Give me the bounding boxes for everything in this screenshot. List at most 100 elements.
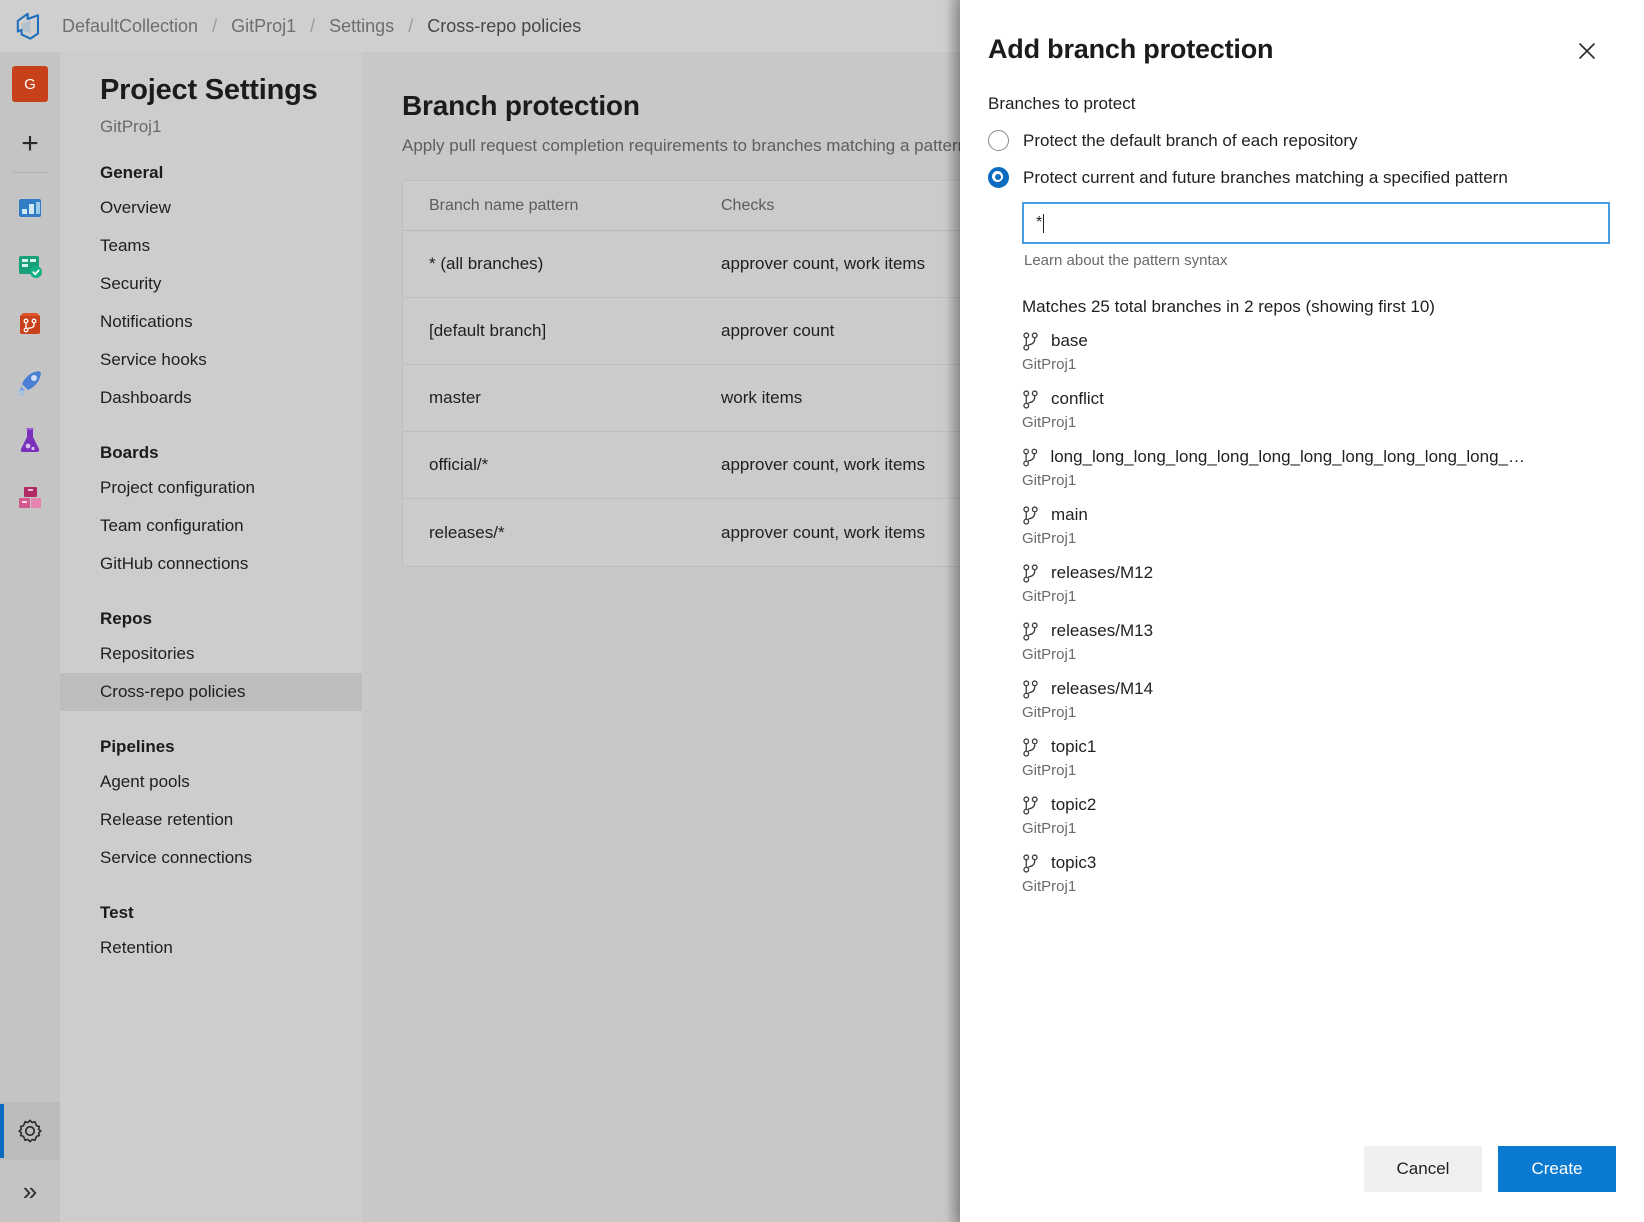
- branch-name-row: long_long_long_long_long_long_long_long_…: [1022, 447, 1534, 467]
- settings-gear-icon[interactable]: [0, 1102, 60, 1160]
- left-icon-rail: G +: [0, 52, 60, 1222]
- matches-summary: Matches 25 total branches in 2 repos (sh…: [1022, 297, 1616, 317]
- boards-icon[interactable]: [10, 237, 50, 295]
- sidebar-item-overview[interactable]: Overview: [60, 189, 362, 227]
- pattern-syntax-link[interactable]: Learn about the pattern syntax: [1024, 252, 1616, 269]
- branch-name-row: topic3: [1022, 853, 1534, 873]
- sidebar-item-cross-repo-policies[interactable]: Cross-repo policies: [60, 673, 362, 711]
- list-item: topic2 GitProj1: [1022, 795, 1616, 837]
- branch-name-row: conflict: [1022, 389, 1534, 409]
- sidebar-item-project-configuration[interactable]: Project configuration: [60, 469, 362, 507]
- azure-devops-logo[interactable]: [0, 0, 60, 52]
- page-title: Project Settings: [60, 74, 362, 107]
- sidebar-item-dashboards[interactable]: Dashboards: [60, 379, 362, 417]
- avatar[interactable]: G: [12, 66, 48, 102]
- branch-icon: [1022, 390, 1039, 409]
- radio-default-branch-label: Protect the default branch of each repos…: [1023, 131, 1358, 151]
- radio-pattern-input[interactable]: [988, 167, 1009, 188]
- branches-to-protect-label: Branches to protect: [988, 94, 1616, 114]
- breadcrumb: DefaultCollection / GitProj1 / Settings …: [60, 16, 583, 37]
- branch-repo: GitProj1: [1022, 356, 1616, 373]
- breadcrumb-separator: /: [200, 16, 229, 37]
- breadcrumb-item-0[interactable]: DefaultCollection: [60, 16, 200, 37]
- column-header-pattern: Branch name pattern: [403, 197, 721, 215]
- branch-name-row: releases/M12: [1022, 563, 1534, 583]
- rail-bottom-group: »: [0, 1102, 60, 1222]
- radio-option-pattern[interactable]: Protect current and future branches matc…: [988, 167, 1616, 188]
- branch-name-row: base: [1022, 331, 1534, 351]
- add-branch-protection-panel: Add branch protection Branches to protec…: [960, 0, 1644, 1222]
- sidebar-item-security[interactable]: Security: [60, 265, 362, 303]
- branch-repo: GitProj1: [1022, 820, 1616, 837]
- pattern-input-value: *: [1036, 214, 1042, 232]
- panel-body: Branches to protect Protect the default …: [960, 68, 1644, 1146]
- sidebar-item-agent-pools[interactable]: Agent pools: [60, 763, 362, 801]
- branch-icon: [1022, 738, 1039, 757]
- branch-name-row: releases/M14: [1022, 679, 1534, 699]
- sidebar-item-teams[interactable]: Teams: [60, 227, 362, 265]
- sidebar-item-release-retention[interactable]: Release retention: [60, 801, 362, 839]
- sidebar-item-notifications[interactable]: Notifications: [60, 303, 362, 341]
- boards-glyph: [15, 251, 45, 281]
- sidebar-item-github-connections[interactable]: GitHub connections: [60, 545, 362, 583]
- branch-name: releases/M12: [1051, 563, 1153, 583]
- breadcrumb-item-1[interactable]: GitProj1: [229, 16, 298, 37]
- test-plans-icon[interactable]: [10, 411, 50, 469]
- radio-pattern-label: Protect current and future branches matc…: [1023, 168, 1508, 188]
- list-item: topic1 GitProj1: [1022, 737, 1616, 779]
- list-item: main GitProj1: [1022, 505, 1616, 547]
- rail-divider: [12, 172, 48, 173]
- branch-repo: GitProj1: [1022, 762, 1616, 779]
- radio-option-default-branch[interactable]: Protect the default branch of each repos…: [988, 130, 1616, 151]
- cell-pattern: * (all branches): [403, 254, 721, 274]
- sidebar-item-service-connections[interactable]: Service connections: [60, 839, 362, 877]
- branch-icon: [1022, 448, 1038, 467]
- breadcrumb-item-3[interactable]: Cross-repo policies: [425, 16, 583, 37]
- overview-icon[interactable]: [10, 179, 50, 237]
- branch-repo: GitProj1: [1022, 414, 1616, 431]
- nav-group-boards: Boards: [60, 417, 362, 469]
- cell-pattern: [default branch]: [403, 321, 721, 341]
- create-button[interactable]: Create: [1498, 1146, 1616, 1192]
- cancel-button[interactable]: Cancel: [1364, 1146, 1482, 1192]
- azure-devops-logo-icon: [15, 11, 45, 41]
- pipelines-icon[interactable]: [10, 353, 50, 411]
- breadcrumb-item-2[interactable]: Settings: [327, 16, 396, 37]
- branch-repo: GitProj1: [1022, 472, 1616, 489]
- branch-repo: GitProj1: [1022, 646, 1616, 663]
- pattern-input[interactable]: *: [1022, 202, 1610, 244]
- repos-icon[interactable]: [10, 295, 50, 353]
- expand-rail-button[interactable]: »: [0, 1160, 60, 1222]
- matched-branch-list: base GitProj1 conflict GitProj: [1022, 331, 1616, 895]
- close-glyph: [1575, 39, 1599, 63]
- branch-icon: [1022, 854, 1039, 873]
- list-item: releases/M12 GitProj1: [1022, 563, 1616, 605]
- cell-pattern: official/*: [403, 455, 721, 475]
- list-item: releases/M13 GitProj1: [1022, 621, 1616, 663]
- panel-header: Add branch protection: [960, 0, 1644, 68]
- nav-group-pipelines: Pipelines: [60, 711, 362, 763]
- sidebar-item-team-configuration[interactable]: Team configuration: [60, 507, 362, 545]
- branch-icon: [1022, 332, 1039, 351]
- branch-repo: GitProj1: [1022, 704, 1616, 721]
- panel-title: Add branch protection: [988, 34, 1273, 65]
- new-item-button[interactable]: +: [10, 120, 50, 168]
- list-item: topic3 GitProj1: [1022, 853, 1616, 895]
- artifacts-glyph: [15, 483, 45, 513]
- branch-name: releases/M13: [1051, 621, 1153, 641]
- radio-default-branch-input[interactable]: [988, 130, 1009, 151]
- branch-icon: [1022, 564, 1039, 583]
- close-icon[interactable]: [1570, 34, 1604, 68]
- branch-name-row: main: [1022, 505, 1534, 525]
- sidebar-item-repositories[interactable]: Repositories: [60, 635, 362, 673]
- sidebar-item-service-hooks[interactable]: Service hooks: [60, 341, 362, 379]
- branch-name: long_long_long_long_long_long_long_long_…: [1050, 447, 1534, 467]
- artifacts-icon[interactable]: [10, 469, 50, 527]
- branch-name: topic2: [1051, 795, 1096, 815]
- branch-name: main: [1051, 505, 1088, 525]
- branch-name: conflict: [1051, 389, 1104, 409]
- branch-name-row: topic2: [1022, 795, 1534, 815]
- project-name: GitProj1: [60, 107, 362, 137]
- pipelines-glyph: [15, 367, 45, 397]
- sidebar-item-retention[interactable]: Retention: [60, 929, 362, 967]
